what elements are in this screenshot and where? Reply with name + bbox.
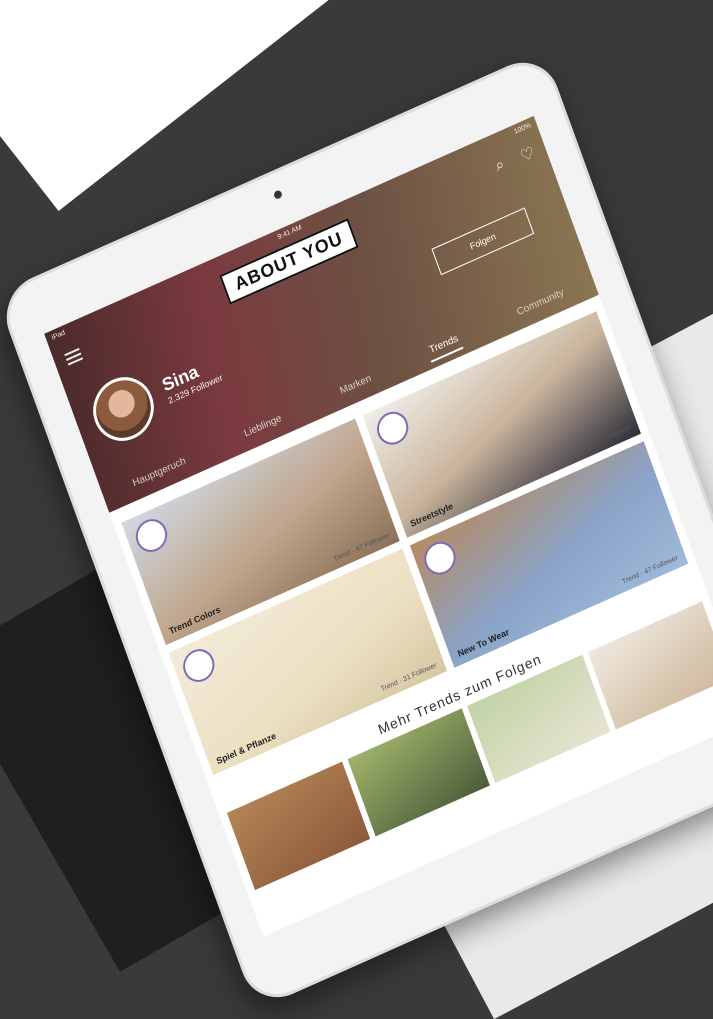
tab-community[interactable]: Community	[512, 282, 568, 322]
trend-card-title: New To Wear	[456, 626, 511, 659]
trend-badge-icon	[419, 536, 461, 580]
top-icons: ⌕ ♡	[493, 142, 538, 178]
tab-marken[interactable]: Marken	[335, 368, 376, 401]
heart-icon[interactable]: ♡	[518, 142, 538, 167]
trend-card-meta: Trend · 31 Follower	[380, 662, 438, 694]
follow-button[interactable]: Folgen	[431, 207, 535, 276]
trend-card-title: Spiel & Pflanze	[215, 730, 278, 767]
avatar[interactable]	[84, 367, 163, 451]
trend-card-meta: Trend · 47 Follower	[621, 554, 679, 586]
tab-trends[interactable]: Trends	[424, 328, 464, 363]
camera	[272, 189, 283, 201]
trend-badge-icon	[372, 406, 413, 450]
trend-card-title: Streetstyle	[408, 500, 455, 529]
profile-text: Sina 2.329 Follower	[159, 352, 224, 406]
trend-badge-icon	[131, 513, 172, 558]
menu-icon[interactable]	[64, 347, 84, 366]
trend-badge-icon	[178, 643, 219, 688]
tab-lieblinge[interactable]: Lieblinge	[239, 408, 286, 444]
search-icon[interactable]: ⌕	[493, 155, 508, 177]
status-carrier: iPad	[50, 328, 66, 342]
